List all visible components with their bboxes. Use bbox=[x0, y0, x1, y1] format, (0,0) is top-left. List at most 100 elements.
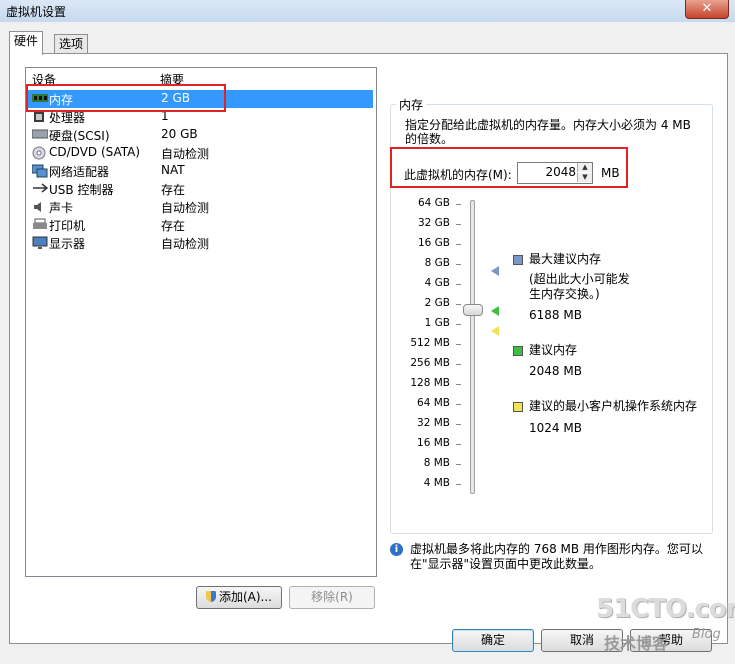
recommended-marker-icon bbox=[491, 306, 499, 316]
slider-tick-label: 4 GB bbox=[424, 277, 450, 289]
device-name: 打印机 bbox=[49, 219, 86, 233]
slider-tick-label: 16 GB bbox=[417, 237, 450, 249]
minimum-legend-title: 建议的最小客户机操作系统内存 bbox=[529, 399, 698, 413]
add-button[interactable]: 添加(A)... bbox=[196, 586, 282, 609]
device-list[interactable]: 设备 摘要 内存 2 GB 处理器 1 硬盘(SCSI) 20 GB CD/DVD (SAT… bbox=[25, 67, 377, 577]
device-row[interactable]: 声卡 自动检测 bbox=[27, 198, 373, 216]
slider-tick-label: 128 MB bbox=[410, 377, 450, 389]
slider-tick-mark bbox=[456, 284, 461, 285]
processor-icon bbox=[32, 110, 47, 124]
spin-up-icon[interactable]: ▲ bbox=[577, 163, 592, 172]
device-row[interactable]: 打印机 存在 bbox=[27, 216, 373, 234]
slider-tick-label: 256 MB bbox=[410, 357, 450, 369]
dialog-client: 硬件 选项 设备 摘要 内存 2 GB 处理器 1 硬盘(SCSI) 20 GB CD/DV… bbox=[0, 22, 735, 664]
device-name: 显示器 bbox=[49, 237, 86, 251]
slider-tick-mark bbox=[456, 364, 461, 365]
memory-value-input[interactable]: 2048 bbox=[545, 165, 576, 179]
device-summary: 存在 bbox=[161, 183, 186, 197]
device-name: 网络适配器 bbox=[49, 165, 110, 179]
slider-tick-mark bbox=[456, 264, 461, 265]
device-summary: 自动检测 bbox=[161, 201, 210, 215]
slider-tick-mark bbox=[456, 464, 461, 465]
slider-tick-mark bbox=[456, 384, 461, 385]
slider-tick-mark bbox=[456, 244, 461, 245]
slider-tick-mark bbox=[456, 224, 461, 225]
slider-tick-mark bbox=[456, 324, 461, 325]
device-summary: 存在 bbox=[161, 219, 186, 233]
printer-icon bbox=[32, 218, 47, 232]
slider-tick-label: 64 GB bbox=[417, 197, 450, 209]
device-name: USB 控制器 bbox=[49, 183, 114, 197]
tab-hardware[interactable]: 硬件 bbox=[9, 31, 44, 55]
device-name: CD/DVD (SATA) bbox=[49, 145, 141, 159]
device-row[interactable]: 硬盘(SCSI) 20 GB bbox=[27, 126, 373, 144]
minimum-marker-icon bbox=[491, 326, 499, 336]
watermark-subtitle: 技术博客 bbox=[604, 634, 669, 653]
max-legend-swatch-icon bbox=[513, 255, 523, 265]
slider-tick-mark bbox=[456, 404, 461, 405]
ok-button[interactable]: 确定 bbox=[452, 629, 534, 652]
highlight-memory-row bbox=[26, 84, 226, 112]
max-legend-value: 6188 MB bbox=[529, 308, 582, 322]
max-legend-title: 最大建议内存 bbox=[529, 252, 602, 266]
slider-tick-label: 8 MB bbox=[423, 457, 450, 469]
slider-tick-mark bbox=[456, 444, 461, 445]
title-bar: 虚拟机设置 ✕ bbox=[0, 0, 735, 22]
sound-icon bbox=[32, 200, 47, 214]
slider-tick-label: 32 GB bbox=[417, 217, 450, 229]
window-title: 虚拟机设置 bbox=[6, 5, 67, 19]
remove-button[interactable]: 移除(R) bbox=[289, 586, 375, 609]
graphics-memory-info: i 虚拟机最多将此内存的 768 MB 用作图形内存。您可以在"显示器"设置页面… bbox=[390, 542, 710, 572]
slider-tick-mark bbox=[456, 424, 461, 425]
device-row[interactable]: 网络适配器 NAT bbox=[27, 162, 373, 180]
device-summary: 自动检测 bbox=[161, 237, 210, 251]
device-name: 声卡 bbox=[49, 201, 74, 215]
max-recommended-marker-icon bbox=[491, 266, 499, 276]
display-icon bbox=[32, 236, 48, 250]
slider-tick-label: 1 GB bbox=[424, 317, 450, 329]
minimum-legend-value: 1024 MB bbox=[529, 421, 582, 435]
usb-icon bbox=[32, 182, 49, 196]
watermark-blog: Blog bbox=[692, 627, 721, 642]
slider-tick-label: 32 MB bbox=[417, 417, 450, 429]
max-legend-note: (超出此大小可能发生内存交换。) bbox=[529, 272, 630, 301]
device-name: 硬盘(SCSI) bbox=[49, 129, 110, 143]
close-button[interactable]: ✕ bbox=[685, 0, 729, 19]
device-row[interactable]: USB 控制器 存在 bbox=[27, 180, 373, 198]
device-row[interactable]: 显示器 自动检测 bbox=[27, 234, 373, 252]
slider-tick-mark bbox=[456, 204, 461, 205]
slider-tick-label: 64 MB bbox=[417, 397, 450, 409]
slider-tick-label: 4 MB bbox=[423, 477, 450, 489]
memory-slider-track[interactable] bbox=[470, 200, 475, 494]
slider-tick-mark bbox=[456, 344, 461, 345]
slider-tick-label: 2 GB bbox=[424, 297, 450, 309]
slider-tick-mark bbox=[456, 484, 461, 485]
device-summary: 20 GB bbox=[161, 127, 198, 141]
cdrom-icon bbox=[32, 146, 47, 160]
watermark-logo: 51CTO.com bbox=[596, 594, 735, 624]
harddisk-icon bbox=[31, 128, 49, 142]
slider-tick-mark bbox=[456, 304, 461, 305]
info-icon: i bbox=[390, 543, 403, 556]
memory-unit: MB bbox=[601, 166, 620, 180]
tab-options[interactable]: 选项 bbox=[54, 34, 89, 54]
slider-tick-label: 16 MB bbox=[417, 437, 450, 449]
memory-field-label: 此虚拟机的内存(M): bbox=[404, 168, 512, 182]
add-button-label: 添加(A)... bbox=[218, 590, 273, 604]
network-icon bbox=[31, 164, 48, 178]
slider-tick-label: 512 MB bbox=[410, 337, 450, 349]
memory-description: 指定分配给此虚拟机的内存量。内存大小必须为 4 MB 的倍数。 bbox=[405, 118, 691, 146]
device-summary: NAT bbox=[161, 163, 185, 177]
device-row[interactable]: CD/DVD (SATA) 自动检测 bbox=[27, 144, 373, 162]
recommended-legend-swatch-icon bbox=[513, 346, 523, 356]
memory-group-label: 内存 bbox=[396, 96, 427, 113]
memory-slider-thumb[interactable] bbox=[463, 304, 483, 316]
memory-size-spinner[interactable]: 2048 ▲ ▼ bbox=[517, 162, 593, 184]
slider-tick-label: 8 GB bbox=[424, 257, 450, 269]
shield-icon bbox=[205, 591, 216, 602]
hardware-panel: 设备 摘要 内存 2 GB 处理器 1 硬盘(SCSI) 20 GB CD/DVD (SAT… bbox=[9, 53, 728, 644]
graphics-memory-info-text: 虚拟机最多将此内存的 768 MB 用作图形内存。您可以在"显示器"设置页面中更… bbox=[410, 542, 703, 571]
minimum-legend-swatch-icon bbox=[513, 402, 523, 412]
recommended-legend-title: 建议内存 bbox=[529, 343, 578, 357]
spin-down-icon[interactable]: ▼ bbox=[577, 173, 592, 182]
